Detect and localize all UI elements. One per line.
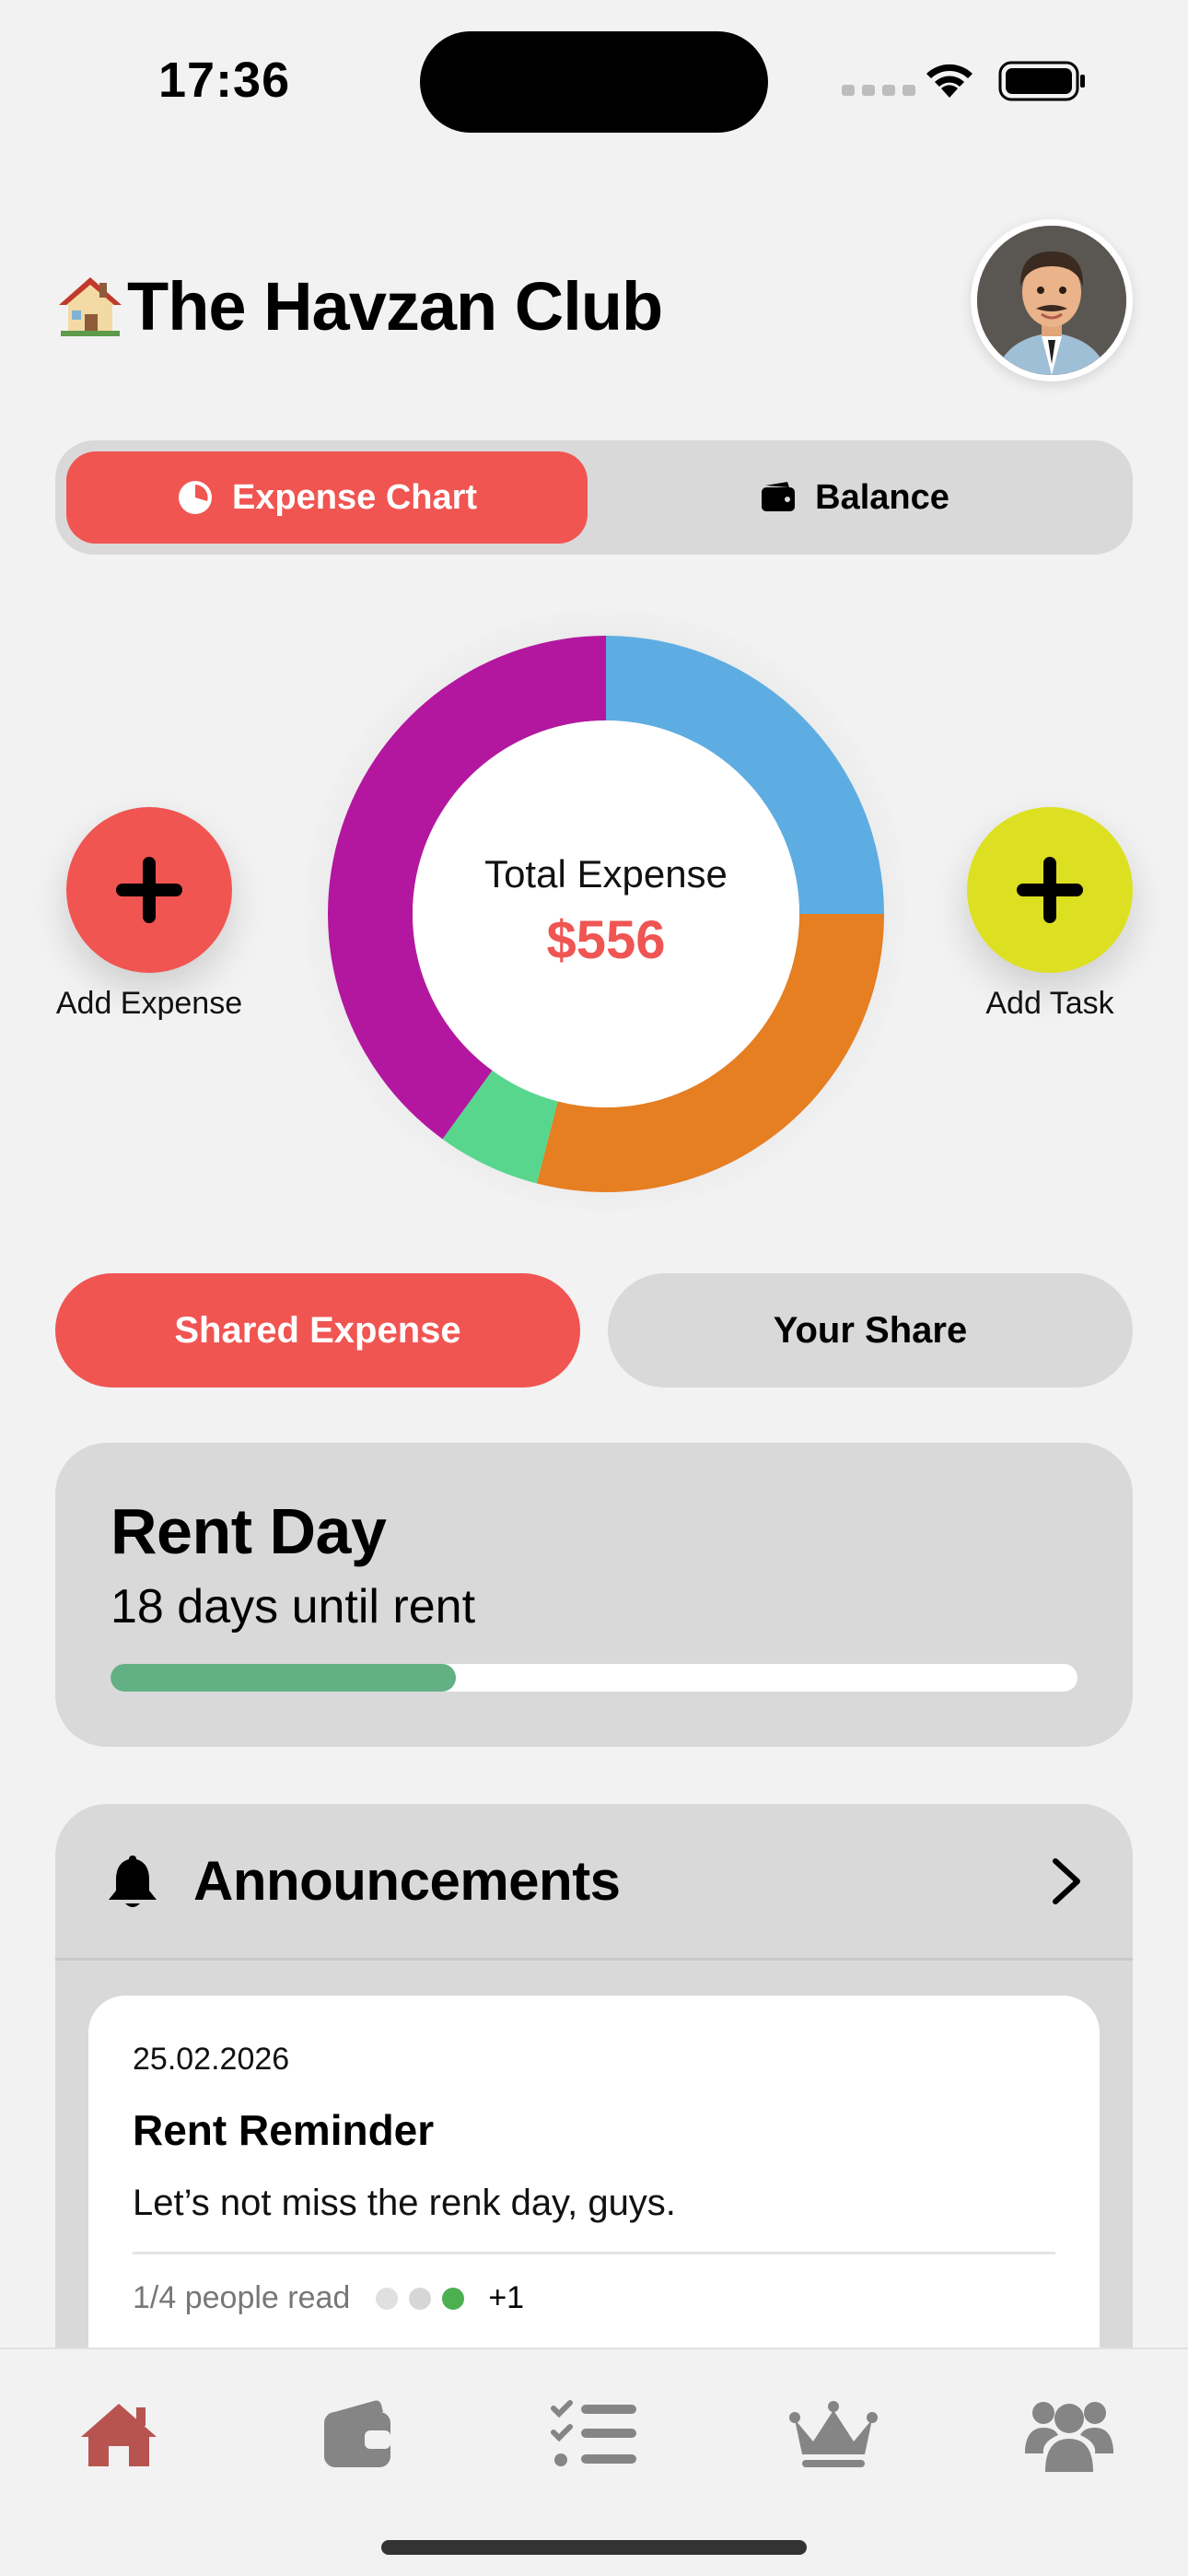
announcement-body: Let’s not miss the renk day, guys. bbox=[133, 2183, 676, 2223]
chevron-right-icon[interactable] bbox=[1050, 1857, 1083, 1905]
reader-avatars bbox=[376, 2287, 465, 2310]
plus-icon bbox=[116, 857, 182, 923]
pie-chart-icon bbox=[178, 481, 212, 514]
total-expense-value: $556 bbox=[546, 909, 666, 970]
checklist-icon bbox=[551, 2400, 636, 2466]
read-status: 1/4 people read +1 bbox=[133, 2280, 1055, 2316]
wallet-icon bbox=[762, 482, 796, 511]
rent-progress-fill bbox=[111, 1664, 456, 1692]
your-share-button[interactable]: Your Share bbox=[608, 1273, 1133, 1388]
rent-day-card[interactable]: Rent Day 18 days until rent bbox=[55, 1443, 1133, 1747]
add-expense-button[interactable] bbox=[66, 807, 232, 973]
status-bar: 17:36 bbox=[0, 0, 1188, 157]
avatar-illustration bbox=[977, 226, 1126, 375]
add-task-label: Add Task bbox=[985, 986, 1114, 1021]
shared-expense-button[interactable]: Shared Expense bbox=[55, 1273, 580, 1388]
tab-home[interactable] bbox=[68, 2388, 169, 2480]
add-expense-label: Add Expense bbox=[55, 986, 243, 1021]
dynamic-island bbox=[420, 31, 768, 133]
view-segmented-control: Expense Chart Balance bbox=[55, 440, 1133, 555]
tab-wallet[interactable] bbox=[306, 2388, 407, 2480]
announcements-header[interactable]: Announcements bbox=[55, 1804, 1133, 1961]
wifi-icon bbox=[926, 64, 973, 98]
donut-center: Total Expense $556 bbox=[413, 720, 799, 1107]
announcement-date: 25.02.2026 bbox=[133, 2042, 290, 2077]
reader-dot bbox=[409, 2287, 432, 2310]
avatar[interactable] bbox=[971, 219, 1133, 381]
announcements-title: Announcements bbox=[193, 1850, 621, 1912]
tab-leaderboard[interactable] bbox=[783, 2388, 884, 2480]
reader-dot bbox=[376, 2287, 399, 2310]
home-icon bbox=[81, 2404, 157, 2466]
wallet-icon bbox=[324, 2400, 390, 2467]
rent-progress-bar bbox=[111, 1664, 1077, 1692]
add-task-button[interactable] bbox=[967, 807, 1133, 973]
home-indicator bbox=[381, 2540, 807, 2555]
page-title: The Havzan Club bbox=[57, 267, 663, 345]
tab-balance-label: Balance bbox=[815, 477, 949, 517]
crown-icon bbox=[789, 2401, 878, 2467]
tab-group[interactable] bbox=[1019, 2388, 1120, 2480]
battery-icon bbox=[998, 61, 1085, 101]
announcement-title: Rent Reminder bbox=[133, 2106, 435, 2154]
announcement-item[interactable]: 25.02.2026 Rent Reminder Let’s not miss … bbox=[88, 1996, 1100, 2375]
rent-title: Rent Day bbox=[111, 1495, 387, 1567]
reader-dot bbox=[442, 2287, 465, 2310]
rent-countdown: 18 days until rent bbox=[111, 1580, 476, 1633]
announcement-divider bbox=[133, 2252, 1055, 2254]
announcements-card: Announcements 25.02.2026 Rent Reminder L… bbox=[55, 1804, 1133, 2375]
bell-icon bbox=[109, 1855, 157, 1907]
tab-expense-chart[interactable]: Expense Chart bbox=[66, 451, 588, 544]
tab-tasks[interactable] bbox=[543, 2388, 645, 2480]
plus-icon bbox=[1017, 857, 1083, 923]
users-icon bbox=[1025, 2402, 1113, 2472]
tab-expense-chart-label: Expense Chart bbox=[231, 477, 478, 517]
house-icon bbox=[59, 276, 122, 336]
total-expense-label: Total Expense bbox=[484, 851, 728, 896]
tab-balance[interactable]: Balance bbox=[588, 451, 1122, 544]
cellular-signal-icon bbox=[842, 85, 915, 96]
club-name: The Havzan Club bbox=[127, 268, 663, 345]
extra-readers-count: +1 bbox=[488, 2280, 525, 2315]
status-time: 17:36 bbox=[158, 53, 291, 108]
read-count: 1/4 people read bbox=[133, 2280, 351, 2315]
